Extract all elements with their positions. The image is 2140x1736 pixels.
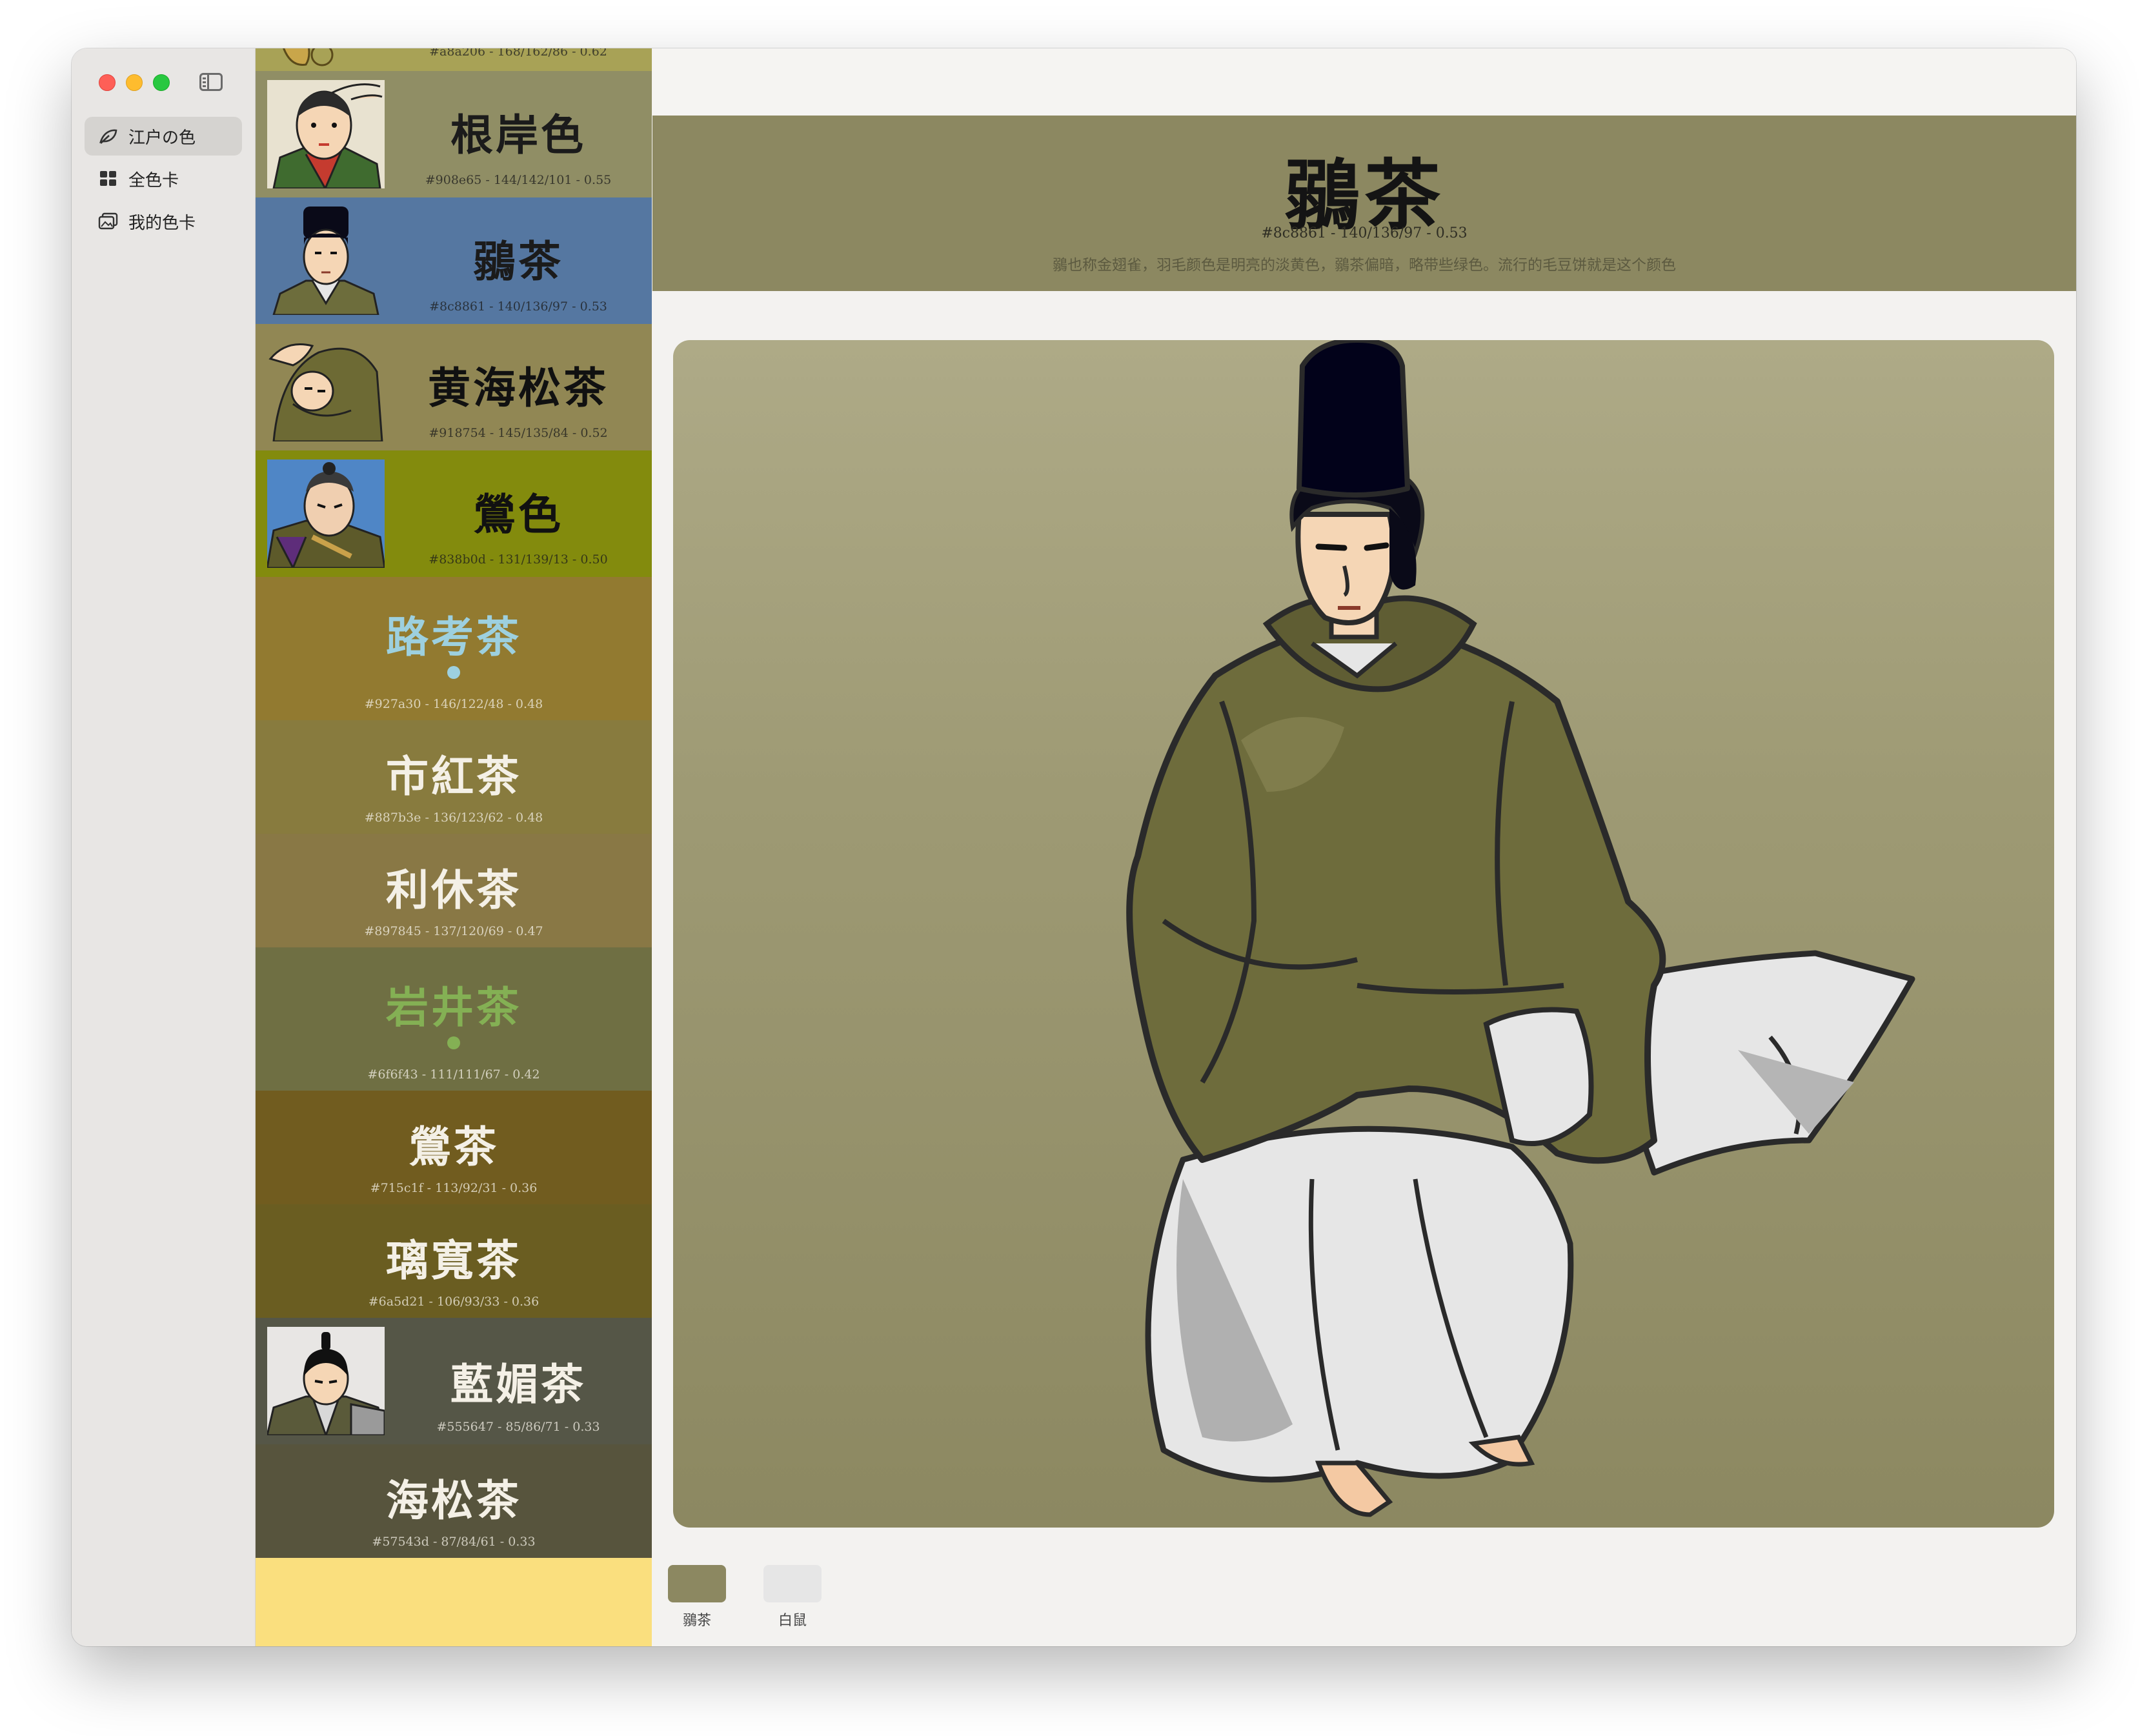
color-info: #927a30 - 146/122/48 - 0.48 [364,697,543,711]
swatch-label: 白鼠 [778,1613,807,1629]
color-header: 鶸茶 #8c8861 - 140/136/97 - 0.53 鶸也称金翅雀，羽毛… [652,116,2076,291]
color-info: #555647 - 85/86/71 - 0.33 [436,1420,600,1434]
color-name: 海松茶 [386,1475,521,1526]
swatch-color-box [763,1565,822,1602]
noble-figure-illustration [1126,340,1915,1517]
illustration-card [673,340,2054,1528]
color-row-selected[interactable]: 鶸茶 #8c8861 - 140/136/97 - 0.53 [256,197,652,324]
color-name: 鶸茶 [473,236,563,287]
color-info: #887b3e - 136/123/62 - 0.48 [364,811,543,825]
color-description: 鶸也称金翅雀，羽毛颜色是明亮的淡黄色，鶸茶偏暗，略带些绿色。流行的毛豆饼就是这个… [1053,257,1676,274]
color-info: #57543d - 87/84/61 - 0.33 [372,1535,536,1549]
swatch-color-box [668,1565,726,1602]
color-row[interactable]: 市紅茶 #887b3e - 136/123/62 - 0.48 [256,720,652,834]
sidebar-toggle-icon[interactable] [199,73,223,91]
sidebar-item-all-cards[interactable]: 全色卡 [85,159,242,198]
color-name: 根岸色 [450,110,586,160]
color-name: 鶯色 [473,489,563,540]
hooded-portrait [267,333,385,441]
minimize-window-button[interactable] [126,74,143,91]
samurai-portrait [267,459,385,568]
color-row[interactable]: 根岸色 #908e65 - 144/142/101 - 0.55 [256,71,652,197]
color-info: #908e65 - 144/142/101 - 0.55 [425,173,612,187]
color-list[interactable]: #a8a206 - 168/162/86 - 0.62 根岸色 #908e65 … [256,48,652,1646]
color-info: #715c1f - 113/92/31 - 0.36 [370,1181,538,1195]
zoom-window-button[interactable] [153,74,170,91]
color-name: 岩井茶 [386,982,521,1033]
color-row[interactable]: #a8a206 - 168/162/86 - 0.62 [256,48,652,71]
color-row[interactable]: 利休茶 #897845 - 137/120/69 - 0.47 [256,834,652,947]
favorite-dot [447,1036,460,1049]
color-row[interactable]: 海松茶 #57543d - 87/84/61 - 0.33 [256,1444,652,1558]
sidebar-item-label: 江户の色 [128,128,196,148]
sidebar-item-my-cards[interactable]: 我的色卡 [85,202,242,241]
leaf-icon [97,126,119,146]
color-list-content: #a8a206 - 168/162/86 - 0.62 根岸色 #908e65 … [256,48,652,1558]
color-info: #8c8861 - 140/136/97 - 0.53 [429,299,607,314]
color-name: 利休茶 [386,865,521,915]
color-name: 璃寬茶 [386,1235,521,1286]
app-window: 江户の色 全色卡 我的色卡 #a8a206 - 168/162/86 - 0.6… [72,48,2076,1646]
color-row[interactable]: 黄海松茶 #918754 - 145/135/84 - 0.52 [256,324,652,450]
sidebar-item-label: 我的色卡 [128,213,196,233]
toolbar [652,48,2076,116]
color-info: #6f6f43 - 111/111/67 - 0.42 [367,1067,540,1082]
color-row[interactable]: 岩井茶 #6f6f43 - 111/111/67 - 0.42 [256,947,652,1091]
sidebar-item-edo-colors[interactable]: 江户の色 [85,117,242,156]
color-name: 藍媚茶 [450,1359,586,1409]
swatch-primary[interactable]: 鶸茶 [668,1565,726,1630]
window-controls [99,74,170,91]
swatch-label: 鶸茶 [682,1613,711,1629]
color-info: #897845 - 137/120/69 - 0.47 [364,924,543,938]
sidebar-nav: 江户の色 全色卡 我的色卡 [85,117,242,245]
sidebar-item-label: 全色卡 [128,170,179,190]
color-row[interactable]: 鶯茶 #715c1f - 113/92/31 - 0.36 [256,1091,652,1204]
sidebar: 江户の色 全色卡 我的色卡 [72,48,256,1646]
color-values: #8c8861 - 140/136/97 - 0.53 [1261,225,1468,241]
color-info: #838b0d - 131/139/13 - 0.50 [429,552,608,567]
favorite-dot [447,666,460,679]
color-name: 市紅茶 [386,751,521,802]
color-row[interactable]: 璃寬茶 #6a5d21 - 106/93/33 - 0.36 [256,1204,652,1318]
color-info: #a8a206 - 168/162/86 - 0.62 [429,48,607,59]
photo-stack-icon [97,212,119,231]
color-name: 路考茶 [386,612,521,662]
color-info: #6a5d21 - 106/93/33 - 0.36 [368,1295,540,1309]
palette-swatches: 鶸茶 白鼠 [668,1565,822,1630]
color-info: #918754 - 145/135/84 - 0.52 [429,426,608,440]
color-row[interactable]: 鶯色 #838b0d - 131/139/13 - 0.50 [256,450,652,577]
color-row[interactable]: 路考茶 #927a30 - 146/122/48 - 0.48 [256,577,652,720]
detail-pane: 鶸茶 #8c8861 - 140/136/97 - 0.53 鶸也称金翅雀，羽毛… [652,48,2076,1646]
noble-portrait [267,207,385,315]
color-name: 黄海松茶 [428,363,609,413]
grid-icon [97,169,119,188]
topknot-portrait [267,1327,385,1435]
man-portrait [267,80,385,188]
color-row[interactable]: 藍媚茶 #555647 - 85/86/71 - 0.33 [256,1318,652,1444]
swatch-secondary[interactable]: 白鼠 [763,1565,822,1630]
portrait-fragment-icon [283,48,334,66]
close-window-button[interactable] [99,74,116,91]
color-name: 鶯茶 [409,1122,499,1172]
